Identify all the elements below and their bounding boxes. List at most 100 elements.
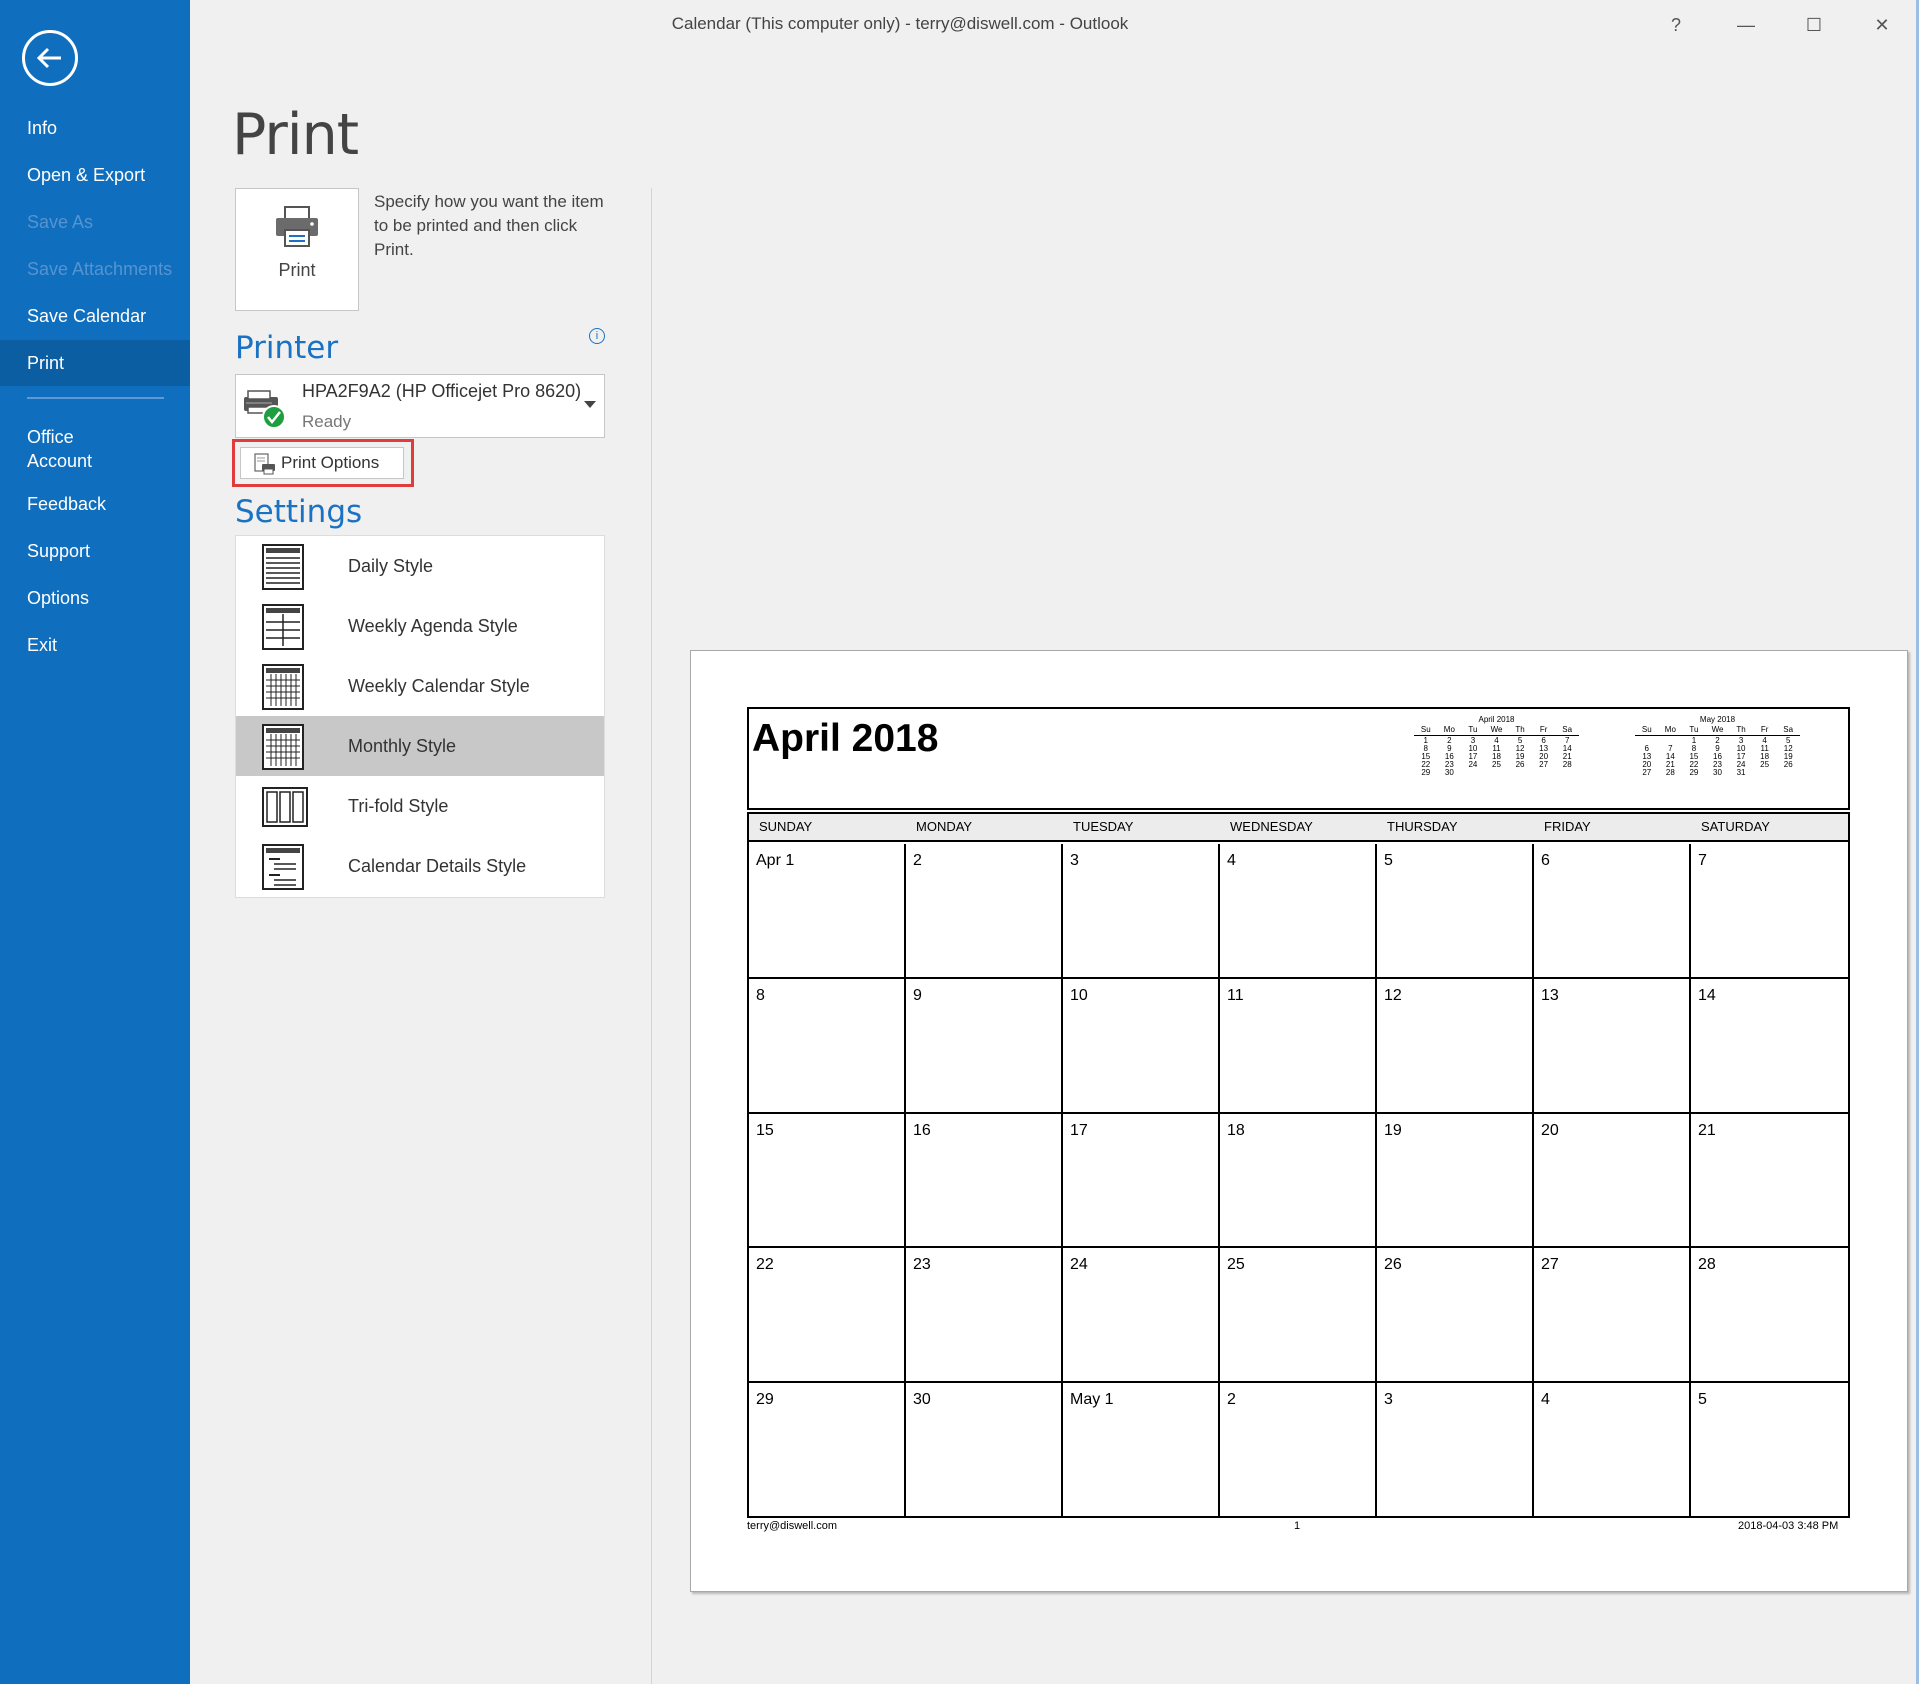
- weekly-agenda-icon: [262, 604, 304, 650]
- day-cell: 18: [1220, 1113, 1377, 1249]
- print-options-button[interactable]: Print Options: [240, 447, 404, 479]
- backstage-sidebar: Info Open & Export Save As Save Attachme…: [0, 0, 190, 1684]
- day-cell: 10: [1063, 978, 1220, 1114]
- style-weekly-calendar[interactable]: Weekly Calendar Style: [236, 656, 604, 716]
- day-cell: 6: [1534, 844, 1691, 979]
- calendar-header: April 2018 April 2018 Su Mo Tu We Th Fr Sa 1 2 3 4…: [747, 707, 1850, 810]
- style-calendar-details[interactable]: Calendar Details Style: [236, 836, 604, 896]
- style-trifold[interactable]: Tri-fold Style: [236, 776, 604, 836]
- day-cell: Apr 1: [749, 844, 906, 979]
- weekday-header: WEDNESDAY: [1230, 819, 1313, 834]
- mini-weekday: Tu: [1682, 726, 1706, 736]
- calendar-details-icon: [262, 844, 304, 890]
- day-cell: 7: [1691, 844, 1848, 979]
- mini-day: 24: [1468, 760, 1478, 769]
- style-weekly-agenda[interactable]: Weekly Agenda Style: [236, 596, 604, 656]
- mini-day: 27: [1539, 760, 1549, 769]
- mini-day: 25: [1760, 760, 1770, 769]
- print-button[interactable]: Print: [235, 188, 359, 311]
- nav-feedback[interactable]: Feedback: [0, 481, 190, 527]
- chevron-down-icon: [584, 401, 596, 408]
- nav-save-as: Save As: [27, 212, 94, 232]
- print-styles-list: Daily Style Weekly Agenda Style Weekly C…: [235, 535, 605, 898]
- mini-day: 30: [1444, 768, 1454, 777]
- mini-day: 31: [1736, 768, 1746, 777]
- printer-ready-icon: [244, 390, 286, 429]
- weekday-header-row: SUNDAY MONDAY TUESDAY WEDNESDAY THURSDAY FRID…: [749, 814, 1848, 842]
- title-bar: Calendar (This computer only) - terry@di…: [190, 0, 1919, 48]
- monthly-style-icon: [262, 724, 304, 770]
- day-cell: 19: [1377, 1113, 1534, 1249]
- mini-calendar-title: May 2018: [1699, 715, 1736, 724]
- mini-day: [1532, 769, 1556, 777]
- mini-day: 29: [1421, 768, 1431, 777]
- mini-weekday: Mo: [1658, 726, 1683, 736]
- style-monthly[interactable]: Monthly Style: [236, 716, 604, 776]
- info-icon[interactable]: i: [589, 328, 605, 344]
- mini-day: [1508, 769, 1532, 777]
- nav-open-export[interactable]: Open & Export: [0, 152, 190, 198]
- footer-user: terry@diswell.com: [747, 1520, 838, 1532]
- day-cell: 20: [1534, 1113, 1691, 1249]
- day-cell: 12: [1377, 978, 1534, 1114]
- help-icon[interactable]: ?: [1656, 10, 1696, 40]
- day-cell: 16: [906, 1113, 1063, 1249]
- day-cell: 2: [1220, 1383, 1377, 1518]
- mini-day: 25: [1492, 760, 1501, 769]
- printer-status: Ready: [302, 412, 352, 431]
- daily-style-icon: [262, 544, 304, 590]
- mini-calendar-april: April 2018 Su Mo Tu We Th Fr Sa 1 2 3 4 5 6 7 8 9 10 11 12…: [1414, 715, 1579, 777]
- maximize-icon[interactable]: ☐: [1794, 10, 1834, 40]
- mini-day: 30: [1713, 768, 1722, 777]
- minimize-icon[interactable]: —: [1726, 10, 1766, 40]
- month-title: April 2018: [752, 717, 939, 760]
- day-cell: 3: [1377, 1383, 1534, 1518]
- page-setup-icon: [254, 453, 275, 475]
- month-grid: SUNDAY MONDAY TUESDAY WEDNESDAY THURSDAY FRID…: [747, 812, 1850, 1518]
- day-cell: 4: [1220, 844, 1377, 979]
- day-cell: 28: [1691, 1248, 1848, 1384]
- day-cell: 21: [1691, 1114, 1848, 1249]
- print-options-label: Print Options: [281, 453, 380, 472]
- nav-office-account[interactable]: Office Account: [0, 415, 190, 475]
- printer-icon: [276, 206, 318, 247]
- weekday-header: MONDAY: [916, 819, 973, 834]
- mini-day: [1555, 769, 1579, 777]
- mini-day: 29: [1689, 768, 1699, 777]
- nav-print[interactable]: Print: [0, 340, 190, 386]
- day-cell: 29: [749, 1383, 906, 1518]
- nav-options[interactable]: Options: [0, 575, 190, 621]
- day-cell: 4: [1534, 1383, 1691, 1518]
- style-daily[interactable]: Daily Style: [236, 536, 604, 596]
- printer-heading: Printer: [235, 330, 339, 366]
- style-label: Calendar Details Style: [348, 856, 527, 876]
- nav-exit[interactable]: Exit: [0, 622, 190, 668]
- nav-support[interactable]: Support: [0, 528, 190, 574]
- mini-day: [1461, 769, 1485, 777]
- weekday-header: SATURDAY: [1701, 819, 1770, 834]
- back-arrow-icon[interactable]: [22, 30, 78, 86]
- nav-save-attachments: Save Attachments: [27, 259, 173, 279]
- nav-save-calendar[interactable]: Save Calendar: [0, 293, 190, 339]
- footer-page-number: 1: [1294, 1520, 1301, 1532]
- mini-weekday: We: [1484, 726, 1509, 736]
- close-icon[interactable]: ✕: [1862, 10, 1902, 40]
- mini-calendar-title: April 2018: [1478, 715, 1515, 724]
- footer-timestamp: 2018-04-03 3:48 PM: [1738, 1520, 1839, 1532]
- weekly-calendar-icon: [262, 664, 304, 710]
- day-cell: 25: [1220, 1248, 1377, 1384]
- print-preview-page[interactable]: April 2018 April 2018 Su Mo Tu We Th Fr Sa 1 2 3 4…: [690, 650, 1908, 1592]
- mini-weekday: Su: [1414, 726, 1438, 736]
- nav-info[interactable]: Info: [0, 105, 190, 151]
- nav-separator: [27, 397, 164, 399]
- mini-day: 28: [1665, 768, 1675, 777]
- mini-weekday: We: [1705, 726, 1730, 736]
- day-cell: 9: [906, 978, 1063, 1114]
- day-cell: 11: [1220, 978, 1377, 1114]
- printer-dropdown[interactable]: HPA2F9A2 (HP Officejet Pro 8620) Ready: [235, 374, 605, 438]
- day-cell: 3: [1063, 844, 1220, 979]
- weekday-header: SUNDAY: [759, 819, 813, 834]
- mini-weekday: Fr: [1752, 726, 1777, 736]
- day-cell: 15: [749, 1113, 906, 1249]
- mini-calendar-grid: Su Mo Tu We Th Fr Sa 1 2 3 4 5 6 7 8 9 10 11 12 13 14 15 16 17 1…: [1414, 726, 1579, 777]
